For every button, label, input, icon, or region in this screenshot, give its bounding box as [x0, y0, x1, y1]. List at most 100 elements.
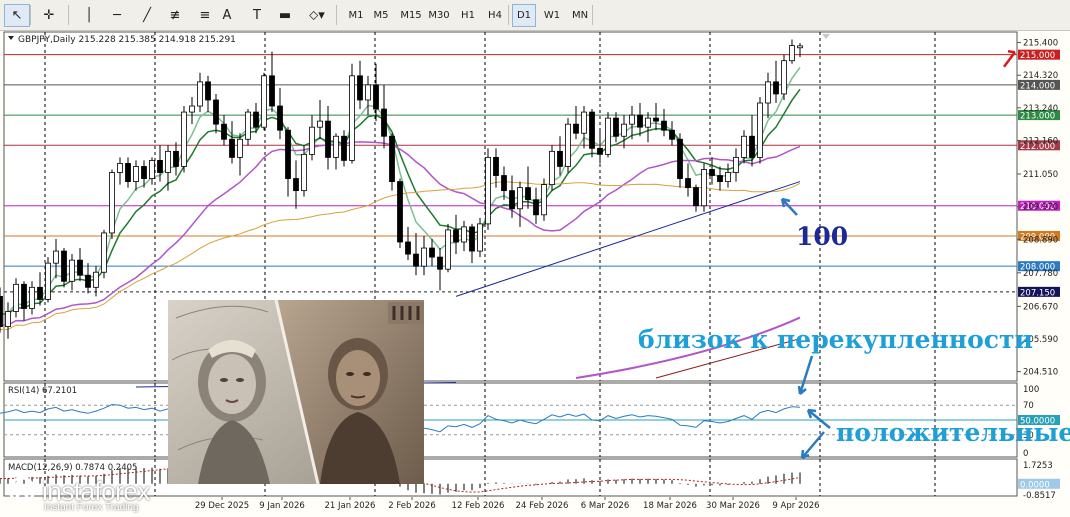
candle-body	[333, 135, 339, 158]
timeframe-m15[interactable]: M15	[396, 4, 426, 27]
y-tick-label: 209.970	[1023, 203, 1058, 213]
candle-body	[685, 178, 691, 189]
candle-body	[389, 135, 395, 182]
candle-body	[117, 163, 123, 173]
macd-header: MACD(12,26,9) 0.7874 0.2405	[8, 463, 137, 473]
candle-body	[53, 250, 59, 264]
candle-body	[741, 135, 747, 158]
candle-body	[69, 259, 75, 282]
y-tick-label: 208.890	[1023, 235, 1058, 245]
timeframe-w1[interactable]: W1	[540, 4, 564, 27]
candle-body	[261, 75, 267, 128]
candle-body	[709, 169, 715, 176]
y-tick-label: 207.780	[1023, 269, 1058, 279]
candle-body	[301, 153, 307, 192]
candle-body	[189, 105, 195, 113]
candle-body	[229, 138, 235, 158]
toolbar: ↖ ✛ │ ─ ╱ ≢ ≡ A T ▬ ⬦▾ M1 M5 M15 M30 H1 H4 D1 W1 MN	[0, 0, 1070, 31]
timeframe-mn[interactable]: MN	[568, 4, 592, 27]
candle-body	[597, 147, 603, 155]
candle-body	[645, 117, 651, 128]
rsi-tick-label: 70	[1023, 401, 1034, 411]
arrows-icon[interactable]: ⬦▾	[304, 4, 330, 27]
text-label-icon[interactable]: T	[244, 4, 270, 27]
vertical-line-icon[interactable]: │	[76, 4, 102, 27]
crosshair-icon[interactable]: ✛	[36, 4, 62, 27]
x-tick-label: 6 Mar 2026	[581, 501, 629, 511]
candle-body	[781, 60, 787, 95]
candle-body	[613, 117, 619, 137]
toolbar-separator	[68, 5, 69, 25]
candle-body	[517, 187, 523, 210]
candle-body	[485, 156, 491, 225]
candle-body	[749, 135, 755, 158]
horizontal-line-icon[interactable]: ─	[104, 4, 130, 27]
candle-body	[693, 187, 699, 207]
candle-body	[349, 75, 355, 161]
text-icon[interactable]: A	[214, 4, 240, 27]
candle-body	[701, 169, 707, 207]
candle-body	[157, 160, 163, 173]
y-tick-label: 204.510	[1023, 368, 1058, 378]
level-label: 214.000	[1020, 81, 1055, 91]
candle-body	[661, 120, 667, 131]
x-tick-label: 30 Mar 2026	[706, 501, 760, 511]
candle-body	[21, 283, 27, 309]
candle-body	[629, 114, 635, 125]
trendline-icon[interactable]: ╱	[134, 4, 160, 27]
candle-body	[309, 126, 315, 155]
x-tick-label: 2 Feb 2026	[388, 501, 436, 511]
candle-body	[149, 160, 155, 179]
candle-body	[253, 111, 259, 128]
candle-body	[573, 123, 579, 134]
timeframe-d1[interactable]: D1	[512, 4, 536, 27]
candle-body	[653, 117, 659, 122]
annotation-100: 100	[796, 222, 849, 251]
candle-body	[469, 226, 475, 252]
candle-body	[101, 232, 107, 273]
candle-body	[341, 135, 347, 161]
candle-body	[525, 187, 531, 201]
toolbar-separator	[592, 5, 593, 25]
timeframe-m30[interactable]: M30	[424, 4, 454, 27]
candle-body	[205, 81, 211, 101]
candle-body	[797, 45, 803, 49]
candle-body	[109, 172, 115, 234]
candle-body	[317, 120, 323, 128]
macd-tick-label: -0.8517	[1023, 491, 1056, 501]
cursor-arrow-icon[interactable]: ↖	[4, 4, 30, 27]
toolbar-separator	[30, 5, 31, 25]
x-tick-label: 24 Feb 2026	[516, 501, 569, 511]
timeframe-m1[interactable]: M1	[344, 4, 368, 27]
candle-body	[445, 229, 451, 270]
toolbar-separator	[336, 5, 337, 25]
equidistant-channel-icon[interactable]: ≢	[162, 4, 188, 27]
rsi-tick-label: 0	[1023, 449, 1028, 459]
candle-body	[541, 184, 547, 216]
x-tick-label: 29 Dec 2025	[195, 501, 249, 511]
candle-body	[13, 283, 19, 312]
y-tick-label: 206.670	[1023, 302, 1058, 312]
candle-body	[421, 247, 427, 267]
candle-body	[413, 253, 419, 267]
x-tick-label: 9 Jan 2026	[259, 501, 305, 511]
candle-body	[581, 111, 587, 134]
candle-body	[29, 286, 35, 309]
chart-header: GBPJPY,Daily 215.228 215.385 214.918 215…	[18, 35, 236, 45]
candle-body	[357, 75, 363, 101]
candle-body	[461, 226, 467, 243]
shapes-icon[interactable]: ▬	[272, 4, 298, 27]
timeframe-m5[interactable]: M5	[369, 4, 393, 27]
candle-body	[677, 138, 683, 179]
timeframe-h4[interactable]: H4	[483, 4, 507, 27]
timeframe-h1[interactable]: H1	[456, 4, 480, 27]
x-tick-label: 12 Feb 2026	[452, 501, 505, 511]
candle-body	[557, 150, 563, 167]
candle-body	[45, 262, 51, 300]
candle-body	[293, 178, 299, 192]
candle-body	[429, 247, 435, 258]
candle-body	[565, 123, 571, 167]
candle-body	[77, 259, 83, 276]
candle-body	[405, 241, 411, 255]
candle-body	[197, 81, 203, 107]
